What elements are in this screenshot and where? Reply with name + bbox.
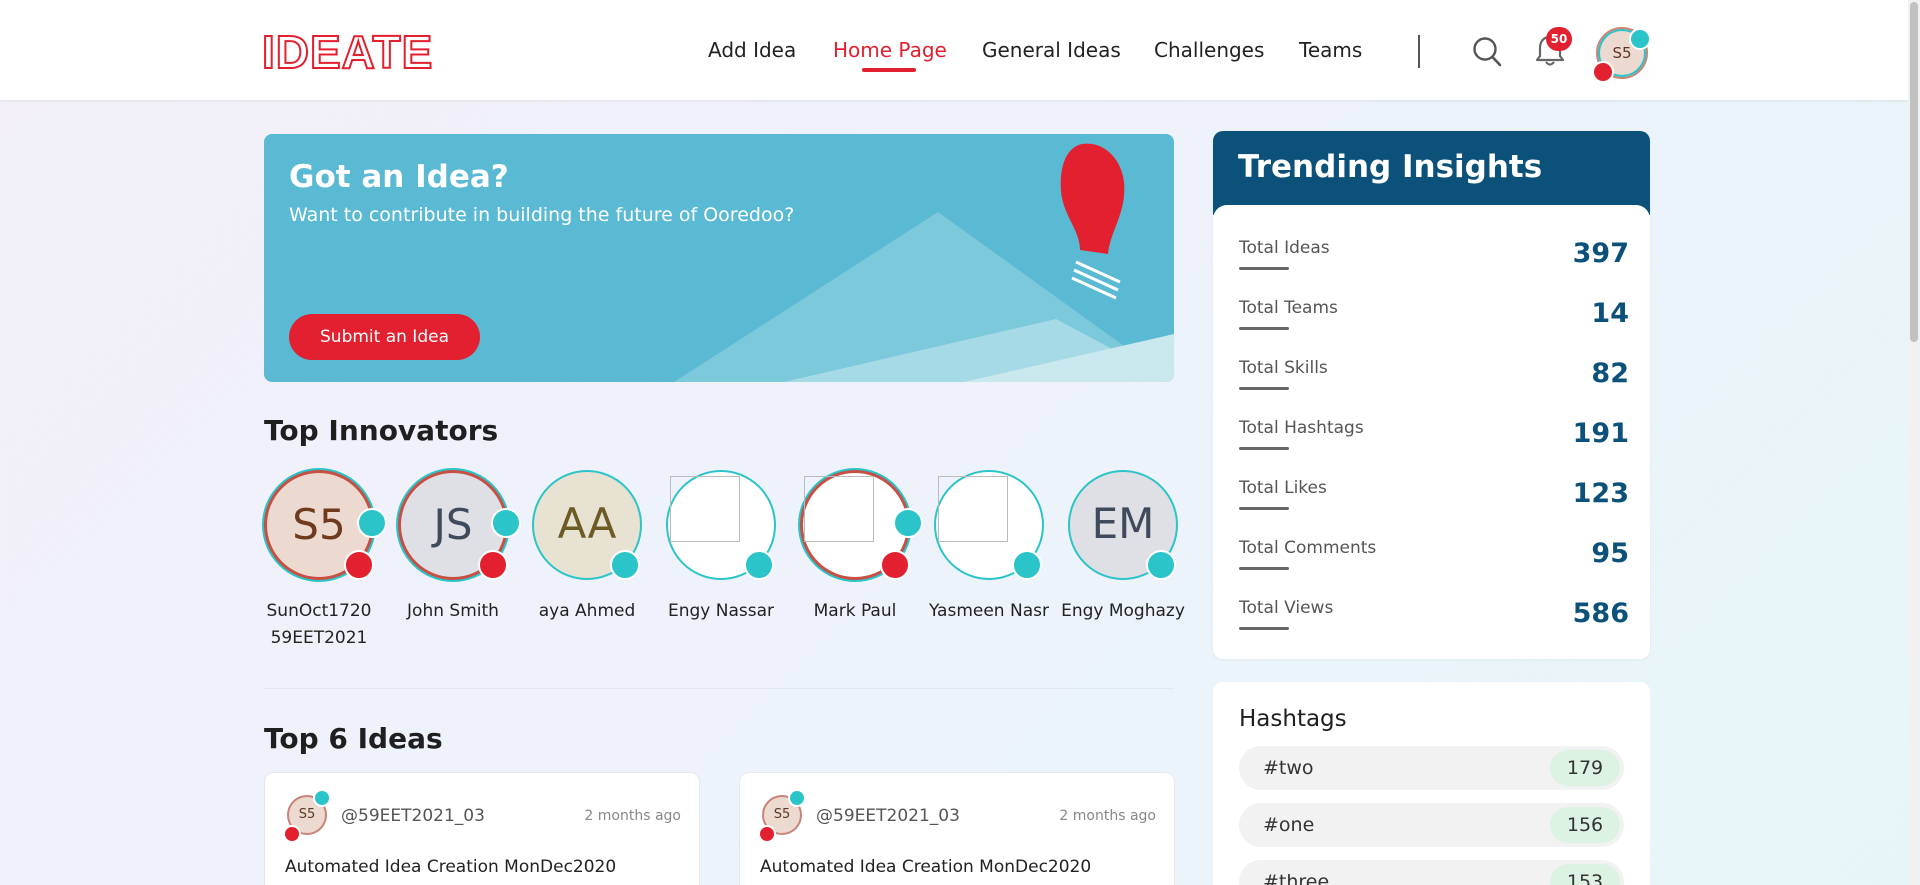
hashtag-item[interactable]: #three 153 [1239,860,1624,885]
hashtag-count: 153 [1550,864,1620,885]
achievement-badge-icon [1629,28,1651,50]
hero-title: Got an Idea? [289,159,509,195]
stat-underline [1239,507,1289,510]
stat-total-comments: Total Comments 95 [1239,538,1629,588]
achievement-badge-icon [491,508,521,538]
stat-total-likes: Total Likes 123 [1239,478,1629,528]
trophy-badge-icon [478,550,508,580]
stat-underline [1239,447,1289,450]
idea-title[interactable]: Automated Idea Creation MonDec2020 [285,857,616,877]
trending-insights-header: Trending Insights [1213,131,1650,215]
trending-insights-title: Trending Insights [1238,149,1543,185]
search-icon[interactable] [1472,36,1502,68]
stat-total-teams: Total Teams 14 [1239,298,1629,348]
achievement-badge-icon [744,550,774,580]
stat-total-skills: Total Skills 82 [1239,358,1629,408]
innovator-name: Engy Nassar [667,601,775,621]
innovator-name: Mark Paul [813,601,897,621]
stat-underline [1239,327,1289,330]
idea-timestamp: 2 months ago [1059,808,1156,824]
nav-challenges[interactable]: Challenges [1154,38,1264,62]
lightbulb-icon [1060,143,1125,300]
page-scrollbar-thumb[interactable] [1910,2,1918,342]
trophy-badge-icon [344,550,374,580]
hashtags-heading: Hashtags [1239,706,1347,732]
hashtags-card: Hashtags #two 179 #one 156 #three 153 [1213,682,1650,885]
stat-value: 191 [1572,418,1629,449]
nav-add-idea[interactable]: Add Idea [708,38,796,62]
achievement-badge-icon [893,508,923,538]
card-body-top [1213,205,1650,225]
hashtag-label: #three [1263,871,1330,885]
trending-insights-card: Trending Insights Total Ideas 397 Total … [1213,131,1650,659]
nav-teams[interactable]: Teams [1299,38,1362,62]
stat-total-views: Total Views 586 [1239,598,1629,648]
trophy-badge-icon [758,825,776,843]
innovator-name: SunOct1720 59EET2021 [266,601,372,648]
stat-value: 14 [1591,298,1629,329]
nav-divider [1418,35,1420,68]
innovator-name: Engy Moghazy [1061,601,1185,621]
stat-underline [1239,267,1289,270]
idea-author-handle[interactable]: @59EET2021_03 [341,806,485,826]
broken-image-placeholder [670,476,740,542]
innovator-name: John Smith [407,601,499,621]
stat-label: Total Skills [1239,358,1328,378]
notification-count-badge: 50 [1546,27,1572,51]
innovator-name: aya Ahmed [538,601,636,621]
stat-underline [1239,627,1289,630]
ideate-logo[interactable]: IDEATE [261,28,433,76]
stat-value: 397 [1572,238,1629,269]
broken-image-placeholder [938,476,1008,542]
stat-label: Total Likes [1239,478,1327,498]
stat-value: 95 [1591,538,1629,569]
nav-home-page[interactable]: Home Page [833,38,947,62]
trophy-badge-icon [283,825,301,843]
achievement-badge-icon [313,789,331,807]
got-an-idea-banner: Got an Idea? Want to contribute in build… [264,134,1174,382]
idea-card[interactable]: S5 @59EET2021_03 2 months ago Automated … [739,772,1175,885]
hashtag-item[interactable]: #one 156 [1239,803,1624,847]
hashtag-count: 156 [1550,807,1620,843]
top-ideas-heading: Top 6 Ideas [264,722,443,755]
top-navigation-bar: IDEATE Add Idea Home Page General Ideas … [0,0,1908,100]
stat-label: Total Comments [1239,538,1377,558]
achievement-badge-icon [1012,550,1042,580]
stat-label: Total Teams [1239,298,1338,318]
hashtag-count: 179 [1550,750,1620,786]
section-divider [264,688,1174,689]
submit-idea-button[interactable]: Submit an Idea [289,314,480,360]
idea-card[interactable]: S5 @59EET2021_03 2 months ago Automated … [264,772,700,885]
stat-total-ideas: Total Ideas 397 [1239,238,1629,288]
hero-subtitle: Want to contribute in building the futur… [289,204,795,226]
innovator-name: Yasmeen Nasr [929,601,1049,621]
stat-label: Total Ideas [1239,238,1330,258]
stat-underline [1239,567,1289,570]
idea-author-handle[interactable]: @59EET2021_03 [816,806,960,826]
hashtag-label: #two [1263,757,1314,779]
broken-image-placeholder [804,476,874,542]
achievement-badge-icon [357,508,387,538]
stat-label: Total Hashtags [1239,418,1364,438]
trophy-badge-icon [1592,61,1614,83]
stat-value: 123 [1572,478,1629,509]
achievement-badge-icon [1146,550,1176,580]
hashtag-item[interactable]: #two 179 [1239,746,1624,790]
idea-title[interactable]: Automated Idea Creation MonDec2020 [760,857,1091,877]
achievement-badge-icon [788,789,806,807]
stat-value: 586 [1572,598,1629,629]
hashtag-label: #one [1263,814,1315,836]
trophy-badge-icon [880,550,910,580]
stat-value: 82 [1591,358,1629,389]
active-nav-indicator [862,68,916,72]
stat-underline [1239,387,1289,390]
stat-label: Total Views [1239,598,1334,618]
idea-timestamp: 2 months ago [584,808,681,824]
stat-total-hashtags: Total Hashtags 191 [1239,418,1629,468]
achievement-badge-icon [610,550,640,580]
top-innovators-heading: Top Innovators [264,414,499,447]
nav-general-ideas[interactable]: General Ideas [982,38,1121,62]
